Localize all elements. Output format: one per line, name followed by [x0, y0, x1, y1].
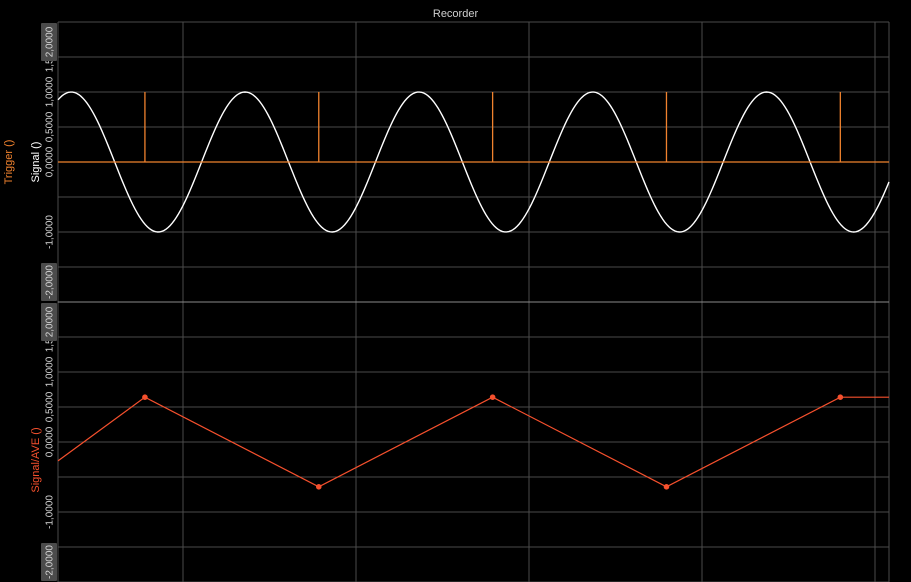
y-axis-label-trigger: Trigger ()	[3, 140, 15, 185]
y-tick-label: 0,0000	[45, 146, 56, 177]
y-tick-label: 2,0000	[45, 306, 56, 337]
y-tick-label: 0,0000	[45, 426, 56, 457]
y-tick-label: 0,5000	[45, 391, 56, 422]
y-tick-label: 0,5000	[45, 111, 56, 142]
y-tick-label: -2,0000	[45, 545, 56, 579]
y-axis-label-average: Signal/AVE ()	[30, 427, 42, 492]
y-axis-label-signal: Signal ()	[30, 142, 42, 183]
y-tick-label: -1,0000	[45, 495, 56, 529]
recorder-chart[interactable]: -2,0000-1,00000,00000,50001,00001,50002,…	[0, 0, 911, 582]
average-point-marker	[315, 484, 322, 490]
average-point-marker	[142, 394, 148, 401]
y-tick-label: -1,0000	[45, 215, 56, 249]
y-tick-label: 1,0000	[45, 356, 56, 387]
y-tick-label: -2,0000	[45, 265, 56, 299]
y-tick-label: 1,0000	[45, 76, 56, 107]
average-point-marker	[663, 484, 670, 490]
average-point-marker	[489, 394, 496, 401]
y-tick-label: 2,0000	[45, 26, 56, 57]
average-point-marker	[837, 394, 844, 401]
chart-panel-2: -2,0000-1,00000,00000,50001,00001,50002,…	[30, 301, 890, 582]
chart-panel-1: -2,0000-1,00000,00000,50001,00001,50002,…	[3, 21, 890, 303]
